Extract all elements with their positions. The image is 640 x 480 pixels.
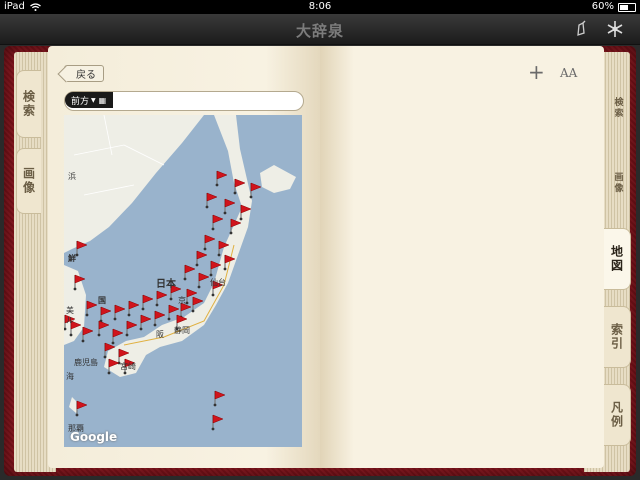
flag-marker-icon[interactable] xyxy=(249,182,262,199)
back-button[interactable]: 戻る xyxy=(64,65,104,82)
flag-marker-icon[interactable] xyxy=(203,234,216,251)
flag-marker-icon[interactable] xyxy=(153,310,166,327)
flag-marker-icon[interactable] xyxy=(75,400,88,417)
right-tab-map[interactable]: 地図 xyxy=(604,228,631,290)
map-label: 京 xyxy=(178,296,186,305)
search-scope-label: 前方 xyxy=(71,96,90,107)
flag-marker-icon[interactable] xyxy=(215,170,228,187)
map-label: 宮崎 xyxy=(120,362,136,371)
flag-marker-icon[interactable] xyxy=(233,178,246,195)
chevron-down-icon: ▼ xyxy=(91,96,96,104)
map-label: 鹿児島 xyxy=(74,358,98,367)
flag-marker-icon[interactable] xyxy=(141,294,154,311)
flag-marker-icon[interactable] xyxy=(125,320,138,337)
map-label: 海 xyxy=(66,372,74,381)
flag-marker-icon[interactable] xyxy=(139,314,152,331)
right-tab-legend[interactable]: 凡例 xyxy=(604,384,631,446)
flag-marker-icon[interactable] xyxy=(197,272,210,289)
map-label: 仙台 xyxy=(210,278,226,287)
map-label: 日本 xyxy=(156,279,176,290)
map-label: 国 xyxy=(98,296,106,305)
map-label: ル xyxy=(66,316,74,325)
grid-icon: ▦ xyxy=(98,95,107,105)
flag-marker-icon[interactable] xyxy=(75,240,88,257)
flag-marker-icon[interactable] xyxy=(97,320,110,337)
flag-marker-icon[interactable] xyxy=(107,358,120,375)
flag-marker-icon[interactable] xyxy=(229,218,242,235)
right-tab-index[interactable]: 索引 xyxy=(604,306,631,368)
flag-marker-icon[interactable] xyxy=(103,342,116,359)
flag-marker-icon[interactable] xyxy=(191,296,204,313)
add-bookmark-button[interactable]: + xyxy=(528,60,545,84)
app-title: 大辞泉 xyxy=(295,22,344,40)
flag-marker-icon[interactable] xyxy=(183,264,196,281)
flag-marker-icon[interactable] xyxy=(205,192,218,209)
clock: 8:06 xyxy=(308,1,332,12)
navigation-bar: 大辞泉 xyxy=(0,14,640,45)
flag-marker-icon[interactable] xyxy=(213,390,226,407)
status-bar: iPad 8:06 60% xyxy=(0,0,640,14)
flag-marker-icon[interactable] xyxy=(99,306,112,323)
settings-snowflake-icon[interactable] xyxy=(604,18,626,40)
map-view[interactable]: 日本 国 鮮 鹿児島 宮崎 静岡 仙台 海 京 阪 美 ル 浜 那覇 Googl… xyxy=(64,115,302,447)
flag-marker-icon[interactable] xyxy=(211,414,224,431)
left-tab-image[interactable]: 画像 xyxy=(16,148,41,214)
map-label: 阪 xyxy=(156,330,164,339)
flag-marker-icon[interactable] xyxy=(211,214,224,231)
right-page xyxy=(320,46,604,468)
flag-marker-icon[interactable] xyxy=(209,260,222,277)
pen-icon[interactable] xyxy=(570,18,592,40)
flag-marker-icon[interactable] xyxy=(81,326,94,343)
flag-marker-icon[interactable] xyxy=(195,250,208,267)
marker-layer xyxy=(64,170,262,431)
flag-marker-icon[interactable] xyxy=(111,328,124,345)
flag-marker-icon[interactable] xyxy=(73,274,86,291)
flag-marker-icon[interactable] xyxy=(113,304,126,321)
right-tab-image[interactable]: 画像 xyxy=(610,166,626,200)
search-scope-selector[interactable]: 前方 ▼ ▦ xyxy=(65,92,113,108)
flag-marker-icon[interactable] xyxy=(127,300,140,317)
right-tab-search[interactable]: 検索 xyxy=(610,88,626,128)
flag-marker-icon[interactable] xyxy=(85,300,98,317)
flag-marker-icon[interactable] xyxy=(223,254,236,271)
battery-percent: 60% xyxy=(591,1,614,12)
font-size-button[interactable]: AA xyxy=(560,66,577,80)
flag-marker-icon[interactable] xyxy=(155,290,168,307)
flag-marker-icon[interactable] xyxy=(217,240,230,257)
map-label: 静岡 xyxy=(174,326,190,335)
battery-icon xyxy=(618,3,636,12)
flag-marker-icon[interactable] xyxy=(223,198,236,215)
flag-marker-icon[interactable] xyxy=(239,204,252,221)
map-attribution: Google xyxy=(70,430,118,444)
map-label: 浜 xyxy=(68,172,76,181)
left-tab-search[interactable]: 検索 xyxy=(16,70,41,138)
map-label: 鮮 xyxy=(68,254,76,263)
